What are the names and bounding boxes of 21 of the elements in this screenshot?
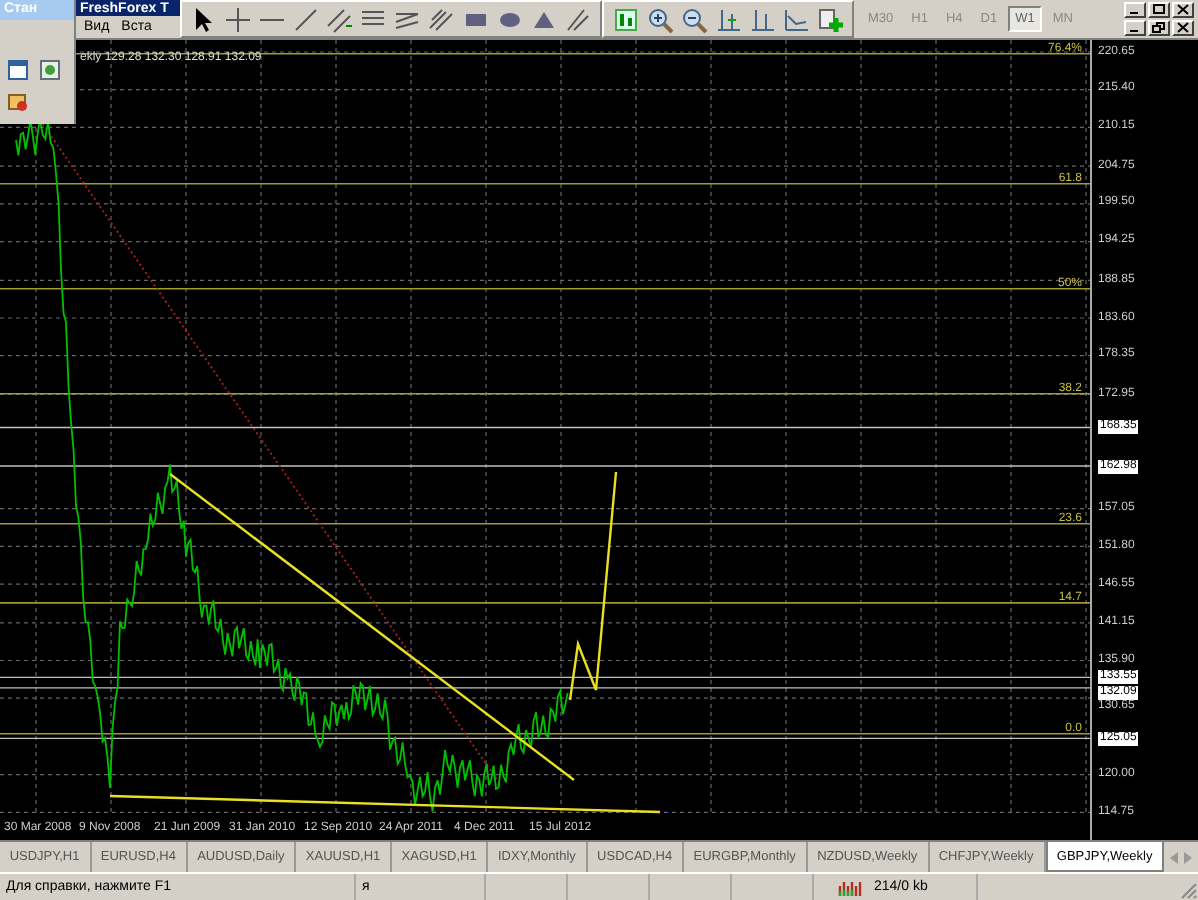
window-icon[interactable] bbox=[8, 60, 28, 80]
close-icon[interactable] bbox=[1176, 4, 1190, 16]
line-chart-icon[interactable] bbox=[782, 5, 810, 33]
restore-icon[interactable] bbox=[1152, 22, 1166, 34]
add-icon[interactable] bbox=[816, 5, 844, 33]
channel-icon[interactable] bbox=[326, 5, 354, 33]
crosshair-icon[interactable] bbox=[224, 5, 252, 33]
close-icon[interactable] bbox=[1176, 22, 1190, 34]
navigator-icon[interactable] bbox=[40, 60, 60, 80]
resize-grip-icon[interactable] bbox=[1178, 880, 1198, 900]
trend-line[interactable] bbox=[39, 119, 501, 785]
channel-icon[interactable] bbox=[428, 5, 456, 33]
maximize-icon[interactable] bbox=[1152, 4, 1166, 16]
zoom-out-icon[interactable] bbox=[680, 5, 708, 33]
zoom-in-icon[interactable] bbox=[646, 5, 674, 33]
chart-icon[interactable] bbox=[612, 5, 640, 33]
projection-line[interactable] bbox=[568, 471, 618, 701]
bar-chart-icon[interactable] bbox=[748, 5, 776, 33]
diagonal-line-icon[interactable] bbox=[292, 5, 320, 33]
bar-chart-icon[interactable] bbox=[714, 5, 742, 33]
connection-bars-icon bbox=[838, 879, 862, 895]
